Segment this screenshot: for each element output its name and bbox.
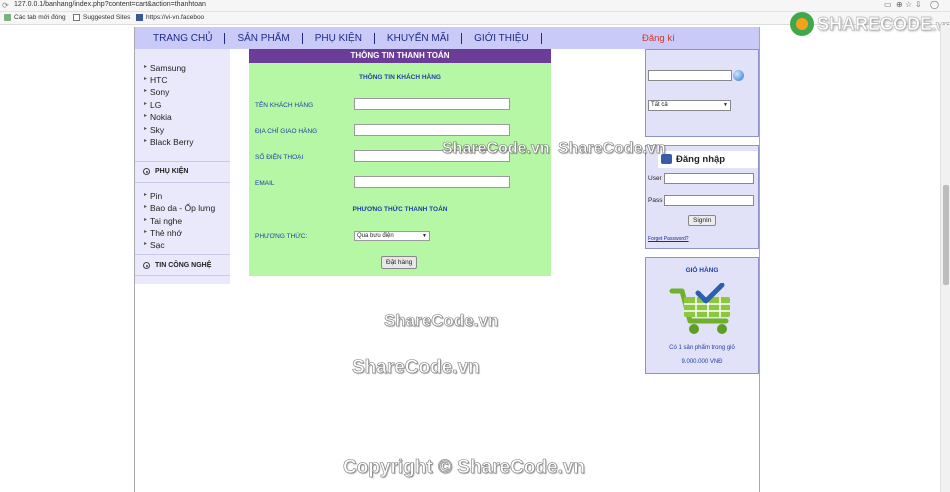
address-bar[interactable]: ⟳ 127.0.0.1/banhang/index.php?content=ca… [0,0,950,12]
divider [135,275,230,276]
left-sidebar: Samsung HTC Sony LG Nokia Sky Black Berr… [135,49,230,284]
zoom-icon[interactable]: ⊕ [896,0,903,9]
cart-total: 9.000.000 VNĐ [681,359,723,365]
nav-about[interactable]: GIỚI THIỆU [462,32,542,44]
copyright-watermark: Copyright © ShareCode.vn [343,457,586,479]
payment-method-select[interactable]: Qua bưu điện ▼ [354,231,430,241]
watermark-text: ShareCode.vn [558,140,666,158]
user-label: User [648,175,662,182]
email-label: EMAIL [255,180,275,187]
watermark-text: ShareCode.vn [352,357,480,379]
login-box: Đăng nhập User Pass SignIn Forget Passwo… [645,145,759,249]
bullet-icon [143,262,150,269]
reload-icon[interactable]: ⟳ [2,1,9,10]
bookmark-recent-tabs[interactable]: Các tab mới đóng [4,14,66,21]
register-link[interactable]: Đăng kí [642,33,675,44]
checkout-form: THÔNG TIN KHÁCH HÀNG TÊN KHÁCH HÀNG ĐỊA … [249,63,551,276]
address-label: ĐỊA CHỈ GIAO HÀNG [255,128,318,135]
star-icon[interactable]: ☆ [905,0,912,9]
vertical-scrollbar[interactable] [940,25,950,492]
logo-icon [790,12,814,36]
category-select[interactable]: Tất cả ▼ [648,100,731,111]
nav-accessories[interactable]: PHỤ KIỆN [303,32,375,44]
password-field[interactable] [664,195,754,206]
bookmark-facebook[interactable]: https://vi-vn.faceboo [136,14,204,21]
brand-item[interactable]: Samsung [144,63,186,73]
nav-products[interactable]: SẢN PHẨM [225,32,303,44]
page-icon [73,14,80,21]
username-field[interactable] [664,173,754,184]
forgot-password-link[interactable]: Forget Password? [648,236,689,242]
address-field[interactable] [354,124,510,136]
cart-count: Có 1 sản phẩm trong giỏ [669,345,735,351]
extension-icon[interactable]: ▭ [884,0,892,9]
download-icon[interactable]: ⇩ [915,0,922,9]
shopping-cart-icon[interactable] [668,283,738,338]
accessories-heading[interactable]: PHỤ KIỆN [143,168,188,175]
watermark-text: ShareCode.vn [384,311,499,331]
brand-item[interactable]: Sky [144,125,164,135]
brand-item[interactable]: Nokia [144,112,172,122]
watermark-text: ShareCode.vn [442,140,550,158]
apps-icon [4,14,11,21]
url-text[interactable]: 127.0.0.1/banhang/index.php?content=cart… [14,1,206,8]
brand-item[interactable]: LG [144,100,162,110]
scrollbar-thumb[interactable] [943,185,949,285]
chevron-down-icon: ▼ [723,102,728,108]
cart-title: GIỎ HÀNG [685,267,719,274]
divider [135,254,230,255]
login-title: Đăng nhập [658,151,758,168]
checkout-header: THÔNG TIN THANH TOÁN [249,49,551,63]
facebook-icon [136,14,143,21]
brand-item[interactable]: Black Berry [144,137,194,147]
accessory-item[interactable]: Sạc [144,240,165,250]
sharecode-logo: SHARECODE.vn [790,12,950,36]
search-icon[interactable] [733,70,744,81]
bookmark-suggested-sites[interactable]: Suggested Sites [73,14,130,21]
search-input[interactable] [648,70,732,81]
divider [135,161,230,162]
divider [135,182,230,183]
accessory-item[interactable]: Bao da - Ốp lưng [144,203,215,213]
accessory-item[interactable]: Tai nghe [144,216,182,226]
name-label: TÊN KHÁCH HÀNG [255,102,314,109]
bullet-icon [143,168,150,175]
name-field[interactable] [354,98,510,110]
brand-item[interactable]: HTC [144,75,168,85]
customer-info-title: THÔNG TIN KHÁCH HÀNG [359,74,441,81]
search-box: Tất cả ▼ [645,49,759,137]
method-label: PHƯƠNG THỨC: [255,233,308,240]
signin-button[interactable]: SignIn [688,215,717,226]
email-field[interactable] [354,176,510,188]
chevron-down-icon: ▼ [422,233,427,239]
tech-news-heading[interactable]: TIN CÔNG NGHỆ [143,262,211,269]
menu-icon[interactable]: ◯ [930,0,939,9]
cart-box: GIỎ HÀNG Có 1 sản phẩm trong giỏ 9.000.0… [645,257,759,374]
brand-item[interactable]: Sony [144,87,169,97]
nav-home[interactable]: TRANG CHỦ [141,32,226,44]
nav-promotions[interactable]: KHUYẾN MÃI [375,32,463,44]
payment-method-title: PHƯƠNG THỨC THANH TOÁN [352,206,448,213]
phone-label: SỐ ĐIỆN THOẠI [255,154,304,161]
accessory-item[interactable]: Pin [144,191,162,201]
accessory-item[interactable]: Thẻ nhớ [144,228,182,238]
pass-label: Pass [648,197,663,204]
place-order-button[interactable]: Đặt hàng [381,256,418,269]
